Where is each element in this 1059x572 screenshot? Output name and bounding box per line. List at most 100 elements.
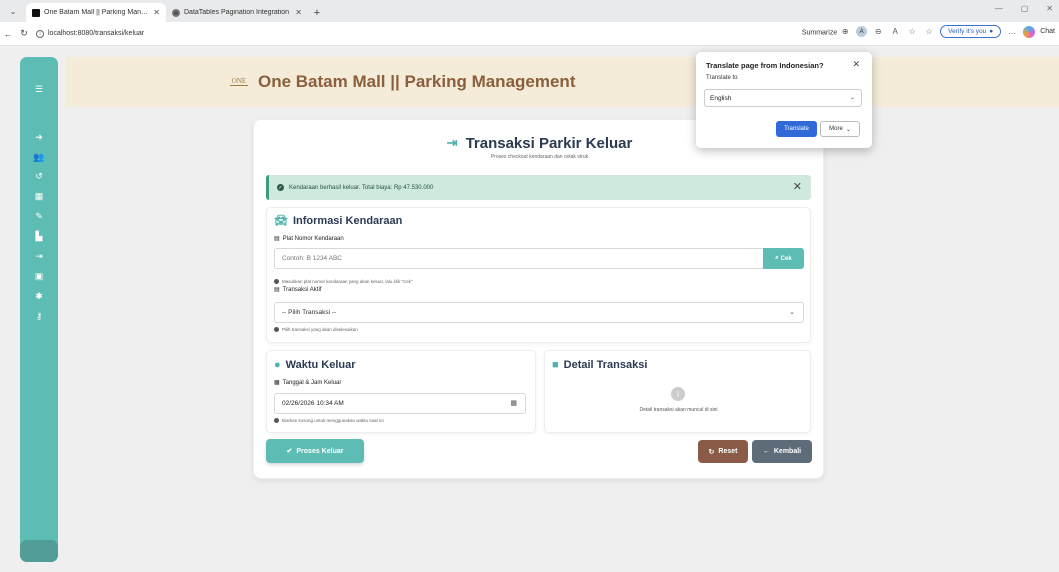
chevron-down-icon: ⌄: [845, 126, 851, 133]
new-tab-button[interactable]: +: [308, 3, 326, 22]
browser-tab-inactive[interactable]: DataTables Pagination Integration ✕: [166, 3, 308, 22]
datetime-value: 02/26/2026 10:34 AM: [282, 400, 344, 407]
sidebar-footer: [20, 540, 58, 562]
plate-label: ▤ Plat Nomor Kendaraan: [274, 235, 344, 243]
verify-profile-button[interactable]: Verify it's you ●: [940, 25, 1002, 38]
vehicle-info-title-text: Informasi Kendaraan: [292, 214, 403, 227]
active-transaction-select[interactable]: -- Pilih Transaksi -- ⌄: [274, 302, 804, 323]
back-arrow-icon[interactable]: ←: [0, 29, 16, 39]
more-icon[interactable]: …: [1006, 26, 1018, 38]
menu-icon[interactable]: ☰: [20, 81, 58, 97]
reset-label: Reset: [718, 448, 738, 455]
page-title-text: Transaksi Parkir Keluar: [465, 134, 633, 152]
login-icon[interactable]: ➜: [20, 129, 58, 145]
summarize-icon: ⊕: [841, 27, 849, 36]
card-icon[interactable]: ▣: [20, 268, 58, 284]
exit-icon[interactable]: ⇥: [20, 248, 58, 264]
restore-icon[interactable]: ▢: [1021, 4, 1029, 13]
id-card-icon: ▤: [274, 236, 280, 242]
arrow-left-icon: ←: [762, 448, 770, 455]
site-info-icon[interactable]: i: [36, 29, 44, 38]
close-window-icon[interactable]: ✕: [1046, 4, 1053, 13]
translate-icon[interactable]: A: [856, 26, 868, 37]
info-icon: [274, 279, 279, 284]
calendar-icon: ▦: [274, 380, 280, 386]
datetime-label-text: Tanggal & Jam Keluar: [282, 379, 342, 386]
translate-popup: Translate page from Indonesian? ✕ Transl…: [696, 52, 872, 148]
search-icon: ⌕: [775, 255, 779, 261]
vehicle-info-title: 🚘︎ Informasi Kendaraan: [274, 214, 403, 228]
plate-input[interactable]: Contoh: B 1234 ABC: [274, 248, 763, 269]
info-circle-icon: i: [671, 387, 685, 401]
reset-icon: ↻: [708, 448, 715, 456]
profile-icon: ●: [989, 28, 994, 35]
back-button[interactable]: ← Kembali: [752, 440, 812, 463]
close-icon[interactable]: ✕: [852, 59, 860, 70]
plate-input-group: Contoh: B 1234 ABC ⌕ Cek: [274, 248, 804, 269]
zoom-icon[interactable]: ⊖: [872, 26, 884, 38]
plate-help: Masukkan plat nomor kendaraan yang akan …: [274, 279, 413, 284]
favorites-icon[interactable]: ☆: [923, 26, 935, 38]
summarize-button[interactable]: Summarize ⊕: [802, 26, 851, 38]
tab-close-icon[interactable]: ✕: [295, 8, 302, 17]
exit-time-title: ● Waktu Keluar: [274, 359, 356, 371]
sidebar: ☰ ➜ 👥 ↺ ▦ ✎ ▙ ⇥ ▣ ✱ ⚷: [20, 57, 58, 562]
site-favicon-icon: [172, 8, 180, 17]
checkout-card: ⇥ Transaksi Parkir Keluar Proses checkou…: [253, 119, 824, 479]
active-tx-value: -- Pilih Transaksi --: [282, 309, 337, 316]
url-field[interactable]: i localhost:8080/transaksi/keluar: [36, 29, 336, 38]
process-exit-button[interactable]: ✔ Proses Keluar: [266, 439, 364, 463]
info-icon: [274, 418, 279, 423]
table-icon[interactable]: ▦: [20, 188, 58, 204]
translate-button[interactable]: Translate: [776, 121, 817, 137]
translate-to-label: Translate to: [706, 75, 738, 81]
page-subtitle: Proses checkout kendaraan dan cetak stru…: [490, 154, 589, 160]
report-icon[interactable]: ▙: [20, 228, 58, 244]
clock-icon: ●: [274, 359, 281, 371]
exit-time-title-text: Waktu Keluar: [285, 359, 356, 371]
exit-icon: ⇥: [446, 135, 458, 150]
edit-icon[interactable]: ✎: [20, 208, 58, 224]
calendar-picker-icon[interactable]: ▦: [510, 399, 517, 407]
read-aloud-icon[interactable]: A: [889, 26, 901, 38]
address-bar: ← ↻ i localhost:8080/transaksi/keluar Su…: [0, 22, 1059, 46]
tab-close-icon[interactable]: ✕: [153, 8, 160, 17]
close-icon[interactable]: ✕: [793, 180, 802, 193]
chevron-down-icon: ⌄: [849, 95, 855, 101]
chat-label[interactable]: Chat: [1040, 28, 1055, 35]
detail-panel: ■ Detail Transaksi i Detail transaksi ak…: [544, 350, 811, 433]
check-button[interactable]: ⌕ Cek: [763, 248, 804, 269]
copilot-icon[interactable]: [1023, 25, 1036, 38]
language-select[interactable]: English ⌄: [704, 89, 862, 107]
favorite-star-icon[interactable]: ☆: [906, 26, 918, 38]
mall-logo: ONE: [230, 77, 248, 86]
gear-icon[interactable]: ✱: [20, 288, 58, 304]
chevron-down-icon: ⌄: [789, 309, 795, 316]
refresh-icon[interactable]: ↻: [16, 28, 32, 39]
car-icon: 🚘︎: [274, 215, 288, 227]
check-circle-icon: ✓: [277, 184, 284, 191]
more-button[interactable]: More ⌄: [820, 121, 860, 137]
app-title: One Batam Mall || Parking Management: [258, 72, 576, 91]
tab-title: DataTables Pagination Integration: [184, 9, 290, 16]
history-icon[interactable]: ↺: [20, 168, 58, 184]
alert-message: Kendaraan berhasil keluar. Total biaya: …: [289, 184, 434, 191]
datetime-input[interactable]: 02/26/2026 10:34 AM ▦: [274, 393, 526, 414]
window-controls: — ▢ ✕: [995, 4, 1053, 13]
key-icon[interactable]: ⚷: [20, 308, 58, 324]
success-alert: ✓ Kendaraan berhasil keluar. Total biaya…: [266, 175, 811, 200]
info-icon: [274, 327, 279, 332]
browser-tab-active[interactable]: One Batam Mall || Parking Manage ✕: [26, 3, 166, 22]
tab-list-chevron-icon[interactable]: ⌄: [0, 0, 26, 22]
url-text: localhost:8080/transaksi/keluar: [48, 30, 145, 37]
active-tx-label-text: Transaksi Aktif: [282, 286, 322, 293]
check-button-label: Cek: [780, 255, 792, 262]
address-bar-actions: Summarize ⊕ A ⊖ A ☆ ☆ Verify it's you ● ……: [802, 25, 1055, 38]
verify-label: Verify it's you: [948, 28, 987, 35]
reset-button[interactable]: ↻ Reset: [698, 440, 748, 463]
header-banner: ONE One Batam Mall || Parking Management: [66, 57, 1059, 107]
minimize-icon[interactable]: —: [995, 4, 1003, 13]
users-icon[interactable]: 👥: [20, 149, 58, 165]
translate-popup-title: Translate page from Indonesian?: [706, 61, 824, 70]
detail-title-text: Detail Transaksi: [563, 359, 648, 371]
